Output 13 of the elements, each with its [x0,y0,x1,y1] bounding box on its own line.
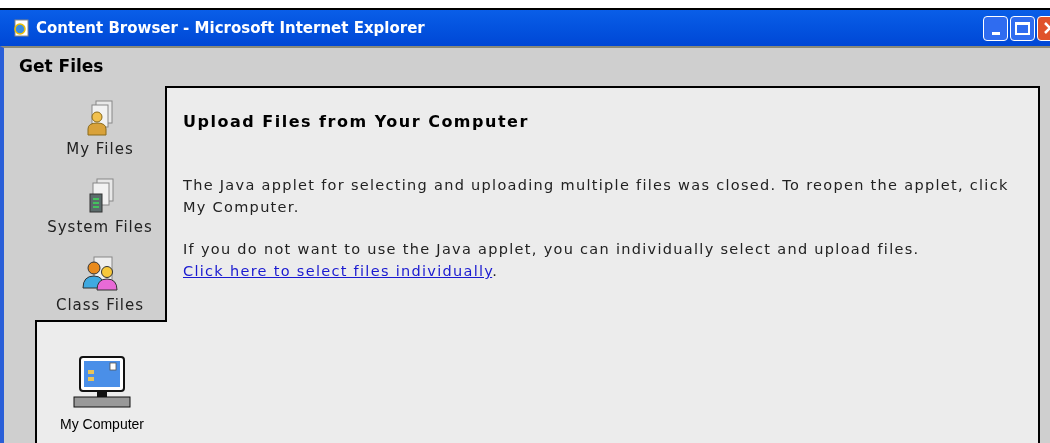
user-document-icon [85,99,115,136]
people-icon [82,255,118,292]
computer-icon [72,356,132,408]
minimize-button[interactable] [983,15,1008,41]
maximize-button[interactable] [1010,15,1035,41]
browser-icon [12,19,30,37]
info-paragraph: The Java applet for selecting and uploading multiple files was closed. To reopen the applet, click My Computer. [183,176,1010,217]
window-title: Content Browser - Microsoft Internet Explorer [36,17,425,39]
info-paragraph: If you do not want to use the Java applet, you can individually select and upload files. Click here to select files individually. [183,240,921,281]
sidebar-tab[interactable]: My Computer [35,320,167,443]
page-heading: Get Files [19,55,105,79]
select-files-link[interactable]: Click here to select files individually [183,263,493,279]
panel-title: Upload Files from Your Computer [183,111,530,133]
